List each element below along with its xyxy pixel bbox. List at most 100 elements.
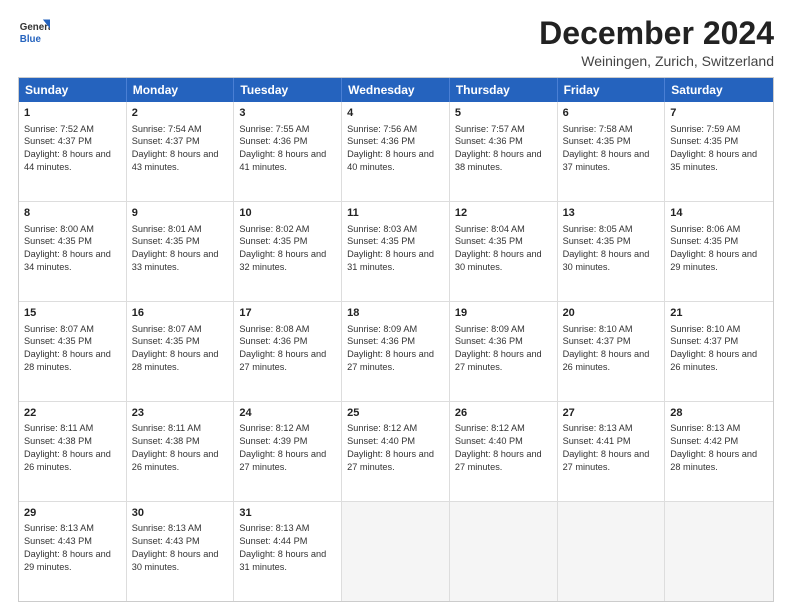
calendar-cell: 22 Sunrise: 8:11 AM Sunset: 4:38 PM Dayli… bbox=[19, 402, 127, 501]
day-info: Sunrise: 8:00 AM Sunset: 4:35 PM Dayligh… bbox=[24, 224, 111, 273]
day-info: Sunrise: 8:11 AM Sunset: 4:38 PM Dayligh… bbox=[132, 423, 219, 472]
main-title: December 2024 bbox=[539, 16, 774, 51]
day-info: Sunrise: 8:13 AM Sunset: 4:43 PM Dayligh… bbox=[132, 523, 219, 572]
calendar-cell: 12 Sunrise: 8:04 AM Sunset: 4:35 PM Dayli… bbox=[450, 202, 558, 301]
day-number: 16 bbox=[132, 306, 229, 321]
day-number: 11 bbox=[347, 206, 444, 221]
calendar-cell: 25 Sunrise: 8:12 AM Sunset: 4:40 PM Dayli… bbox=[342, 402, 450, 501]
calendar-row: 22 Sunrise: 8:11 AM Sunset: 4:38 PM Dayli… bbox=[19, 402, 773, 502]
day-number: 24 bbox=[239, 406, 336, 421]
calendar-cell: 10 Sunrise: 8:02 AM Sunset: 4:35 PM Dayli… bbox=[234, 202, 342, 301]
day-info: Sunrise: 8:04 AM Sunset: 4:35 PM Dayligh… bbox=[455, 224, 542, 273]
day-number: 9 bbox=[132, 206, 229, 221]
calendar-body: 1 Sunrise: 7:52 AM Sunset: 4:37 PM Daylig… bbox=[19, 102, 773, 601]
calendar-cell: 2Sunrise: 7:54 AM Sunset: 4:37 PM Daylig… bbox=[127, 102, 235, 201]
calendar-cell: 17 Sunrise: 8:08 AM Sunset: 4:36 PM Dayli… bbox=[234, 302, 342, 401]
calendar-cell: 18Sunrise: 8:09 AM Sunset: 4:36 PM Dayli… bbox=[342, 302, 450, 401]
day-number: 20 bbox=[563, 306, 660, 321]
day-info: Sunrise: 8:12 AM Sunset: 4:39 PM Dayligh… bbox=[239, 423, 326, 472]
day-info: Sunrise: 7:56 AM Sunset: 4:36 PM Dayligh… bbox=[347, 124, 434, 173]
day-info: Sunrise: 7:52 AM Sunset: 4:37 PM Dayligh… bbox=[24, 124, 111, 173]
day-number: 13 bbox=[563, 206, 660, 221]
day-number: 21 bbox=[670, 306, 768, 321]
calendar-cell: 31 Sunrise: 8:13 AM Sunset: 4:44 PM Dayli… bbox=[234, 502, 342, 601]
day-number: 31 bbox=[239, 506, 336, 521]
calendar-header: SundayMondayTuesdayWednesdayThursdayFrid… bbox=[19, 78, 773, 102]
calendar-cell: 27 Sunrise: 8:13 AM Sunset: 4:41 PM Dayli… bbox=[558, 402, 666, 501]
day-number: 5 bbox=[455, 106, 552, 121]
day-info: Sunrise: 7:54 AM Sunset: 4:37 PM Dayligh… bbox=[132, 124, 219, 173]
day-info: Sunrise: 7:55 AM Sunset: 4:36 PM Dayligh… bbox=[239, 124, 326, 173]
day-info: Sunrise: 8:07 AM Sunset: 4:35 PM Dayligh… bbox=[24, 324, 111, 373]
day-info: Sunrise: 7:59 AM Sunset: 4:35 PM Dayligh… bbox=[670, 124, 757, 173]
day-info: Sunrise: 8:02 AM Sunset: 4:35 PM Dayligh… bbox=[239, 224, 326, 273]
day-info: Sunrise: 7:57 AM Sunset: 4:36 PM Dayligh… bbox=[455, 124, 542, 173]
day-info: Sunrise: 8:13 AM Sunset: 4:43 PM Dayligh… bbox=[24, 523, 111, 572]
calendar-cell bbox=[450, 502, 558, 601]
day-info: Sunrise: 8:09 AM Sunset: 4:36 PM Dayligh… bbox=[455, 324, 542, 373]
calendar-row: 15 Sunrise: 8:07 AM Sunset: 4:35 PM Dayli… bbox=[19, 302, 773, 402]
day-info: Sunrise: 8:01 AM Sunset: 4:35 PM Dayligh… bbox=[132, 224, 219, 273]
calendar-cell: 9 Sunrise: 8:01 AM Sunset: 4:35 PM Daylig… bbox=[127, 202, 235, 301]
calendar-header-day: Monday bbox=[127, 78, 235, 102]
day-number: 17 bbox=[239, 306, 336, 321]
day-number: 28 bbox=[670, 406, 768, 421]
calendar-cell bbox=[665, 502, 773, 601]
day-info: Sunrise: 8:10 AM Sunset: 4:37 PM Dayligh… bbox=[563, 324, 650, 373]
day-number: 10 bbox=[239, 206, 336, 221]
day-info: Sunrise: 8:13 AM Sunset: 4:44 PM Dayligh… bbox=[239, 523, 326, 572]
calendar-cell: 15 Sunrise: 8:07 AM Sunset: 4:35 PM Dayli… bbox=[19, 302, 127, 401]
calendar-cell: 24 Sunrise: 8:12 AM Sunset: 4:39 PM Dayli… bbox=[234, 402, 342, 501]
calendar-cell: 6 Sunrise: 7:58 AM Sunset: 4:35 PM Daylig… bbox=[558, 102, 666, 201]
calendar-cell: 29 Sunrise: 8:13 AM Sunset: 4:43 PM Dayli… bbox=[19, 502, 127, 601]
day-info: Sunrise: 8:13 AM Sunset: 4:41 PM Dayligh… bbox=[563, 423, 650, 472]
day-number: 1 bbox=[24, 106, 121, 121]
calendar-cell: 30 Sunrise: 8:13 AM Sunset: 4:43 PM Dayli… bbox=[127, 502, 235, 601]
subtitle: Weiningen, Zurich, Switzerland bbox=[539, 53, 774, 69]
calendar-row: 29 Sunrise: 8:13 AM Sunset: 4:43 PM Dayli… bbox=[19, 502, 773, 601]
day-number: 15 bbox=[24, 306, 121, 321]
calendar-header-day: Sunday bbox=[19, 78, 127, 102]
day-info: Sunrise: 8:13 AM Sunset: 4:42 PM Dayligh… bbox=[670, 423, 757, 472]
day-info: Sunrise: 8:07 AM Sunset: 4:35 PM Dayligh… bbox=[132, 324, 219, 373]
calendar-header-day: Friday bbox=[558, 78, 666, 102]
day-number: 19 bbox=[455, 306, 552, 321]
calendar-cell: 19 Sunrise: 8:09 AM Sunset: 4:36 PM Dayli… bbox=[450, 302, 558, 401]
calendar-row: 1 Sunrise: 7:52 AM Sunset: 4:37 PM Daylig… bbox=[19, 102, 773, 202]
day-number: 27 bbox=[563, 406, 660, 421]
calendar-cell: 11 Sunrise: 8:03 AM Sunset: 4:35 PM Dayli… bbox=[342, 202, 450, 301]
calendar-cell: 3Sunrise: 7:55 AM Sunset: 4:36 PM Daylig… bbox=[234, 102, 342, 201]
calendar-header-day: Tuesday bbox=[234, 78, 342, 102]
calendar-cell bbox=[558, 502, 666, 601]
day-number: 30 bbox=[132, 506, 229, 521]
calendar-cell: 23Sunrise: 8:11 AM Sunset: 4:38 PM Dayli… bbox=[127, 402, 235, 501]
calendar-header-day: Saturday bbox=[665, 78, 773, 102]
day-number: 25 bbox=[347, 406, 444, 421]
day-number: 8 bbox=[24, 206, 121, 221]
day-number: 12 bbox=[455, 206, 552, 221]
calendar-header-day: Thursday bbox=[450, 78, 558, 102]
day-info: Sunrise: 8:12 AM Sunset: 4:40 PM Dayligh… bbox=[347, 423, 434, 472]
day-number: 18 bbox=[347, 306, 444, 321]
calendar-row: 8 Sunrise: 8:00 AM Sunset: 4:35 PM Daylig… bbox=[19, 202, 773, 302]
day-info: Sunrise: 8:06 AM Sunset: 4:35 PM Dayligh… bbox=[670, 224, 757, 273]
calendar-cell: 28 Sunrise: 8:13 AM Sunset: 4:42 PM Dayli… bbox=[665, 402, 773, 501]
day-number: 22 bbox=[24, 406, 121, 421]
day-number: 29 bbox=[24, 506, 121, 521]
day-info: Sunrise: 7:58 AM Sunset: 4:35 PM Dayligh… bbox=[563, 124, 650, 173]
day-info: Sunrise: 8:03 AM Sunset: 4:35 PM Dayligh… bbox=[347, 224, 434, 273]
day-info: Sunrise: 8:10 AM Sunset: 4:37 PM Dayligh… bbox=[670, 324, 757, 373]
page: General Blue December 2024 Weiningen, Zu… bbox=[0, 0, 792, 612]
calendar-cell: 26Sunrise: 8:12 AM Sunset: 4:40 PM Dayli… bbox=[450, 402, 558, 501]
day-info: Sunrise: 8:05 AM Sunset: 4:35 PM Dayligh… bbox=[563, 224, 650, 273]
day-number: 7 bbox=[670, 106, 768, 121]
logo: General Blue bbox=[18, 16, 50, 48]
day-number: 6 bbox=[563, 106, 660, 121]
calendar-header-day: Wednesday bbox=[342, 78, 450, 102]
day-info: Sunrise: 8:11 AM Sunset: 4:38 PM Dayligh… bbox=[24, 423, 111, 472]
calendar-cell: 8 Sunrise: 8:00 AM Sunset: 4:35 PM Daylig… bbox=[19, 202, 127, 301]
calendar-cell: 4Sunrise: 7:56 AM Sunset: 4:36 PM Daylig… bbox=[342, 102, 450, 201]
day-info: Sunrise: 8:08 AM Sunset: 4:36 PM Dayligh… bbox=[239, 324, 326, 373]
calendar: SundayMondayTuesdayWednesdayThursdayFrid… bbox=[18, 77, 774, 602]
logo-icon: General Blue bbox=[18, 16, 50, 48]
